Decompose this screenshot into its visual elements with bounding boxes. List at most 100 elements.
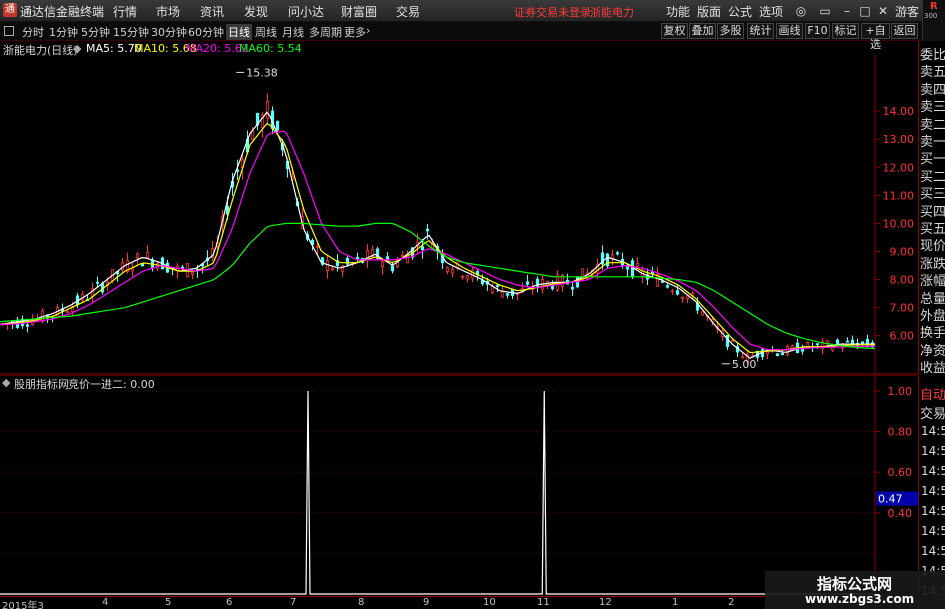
huaxian-button[interactable]: 画线 — [776, 23, 803, 39]
menu-wenxiaoda[interactable]: 问小达 — [288, 3, 324, 20]
x-tick-label: 2 — [728, 597, 735, 608]
menu-zixun[interactable]: 资讯 — [200, 3, 224, 20]
broker-logo: R 300 — [922, 0, 945, 44]
period-5min[interactable]: 5分钟 — [81, 24, 110, 40]
candle-body — [860, 341, 865, 345]
fuquan-button[interactable]: 复权 — [661, 23, 688, 39]
quote-label: 涨幅 — [920, 274, 945, 290]
biaoji-button[interactable]: 标记 — [832, 23, 859, 39]
ind-y-tick-label: 1.00 — [888, 385, 913, 398]
x-tick-label: 1 — [672, 597, 679, 608]
period-monthly[interactable]: 月线 — [282, 24, 304, 40]
menu-caifuquan[interactable]: 财富圈 — [341, 3, 377, 20]
close-icon[interactable]: ✕ — [874, 2, 892, 20]
title-bar: 通 通达信金融终端 行情 市场 资讯 发现 问小达 财富圈 交易 证券交易未登录… — [0, 0, 945, 22]
quote-label: 收益 — [920, 361, 945, 377]
watermark-title: 指标公式网 — [817, 575, 893, 593]
duogu-button[interactable]: 多股 — [717, 23, 744, 39]
minimize-icon[interactable]: – — [838, 2, 856, 20]
quote-label: 卖四 — [920, 82, 945, 98]
quote-label: 净资 — [920, 343, 945, 359]
candle-body — [675, 290, 680, 295]
candle-body — [500, 291, 505, 298]
x-tick-label: 2015年3 — [2, 601, 44, 609]
app-logo-icon: 通 — [3, 3, 17, 17]
candle-body — [765, 351, 770, 355]
candle-body — [525, 281, 530, 285]
period-30min[interactable]: 30分钟 — [151, 24, 187, 40]
mail-icon[interactable]: ▭ — [816, 2, 834, 20]
candle-body — [190, 271, 195, 275]
quote-label: 现价 — [920, 239, 945, 255]
period-weekly[interactable]: 周线 — [255, 24, 277, 40]
period-15min[interactable]: 15分钟 — [113, 24, 149, 40]
menu-gongshi[interactable]: 公式 — [728, 3, 752, 20]
candlestick-chart[interactable]: 14.00 13.00 12.00 11.00 10.00 9.00 8.00 7.00 6.0… — [0, 55, 918, 375]
headset-icon[interactable]: ◎ — [792, 2, 810, 20]
candle-body — [25, 324, 30, 327]
back-button[interactable]: 返回 — [891, 23, 918, 39]
x-tick-label: 6 — [226, 597, 233, 608]
diejia-button[interactable]: 叠加 — [689, 23, 716, 39]
candle-body — [635, 263, 640, 267]
ind-y-tick-label: 0.80 — [888, 426, 913, 439]
quote-label: 买三 — [920, 187, 945, 203]
f10-button[interactable]: F10 — [805, 23, 830, 39]
candle-body — [265, 101, 270, 119]
menu-gongneng[interactable]: 功能 — [666, 3, 690, 20]
period-60min[interactable]: 60分钟 — [188, 24, 224, 40]
trade-time: 14:56 — [921, 504, 945, 518]
menu-jiaoyi[interactable]: 交易 — [396, 3, 420, 20]
period-multi[interactable]: 多周期 — [309, 24, 342, 40]
y-tick-label: 8.00 — [890, 274, 915, 287]
period-more[interactable]: 更多 — [344, 24, 366, 40]
candle-body — [680, 296, 685, 299]
add-watchlist-button[interactable]: +自选 — [861, 23, 890, 51]
candle-body — [665, 285, 670, 288]
x-tick-label: 4 — [102, 597, 109, 608]
indicator-settings-icon[interactable]: ◆ — [2, 376, 10, 389]
x-tick-label: 12 — [599, 597, 612, 608]
login-warning[interactable]: 证券交易未登录 — [514, 4, 591, 20]
quote-label: 卖三 — [920, 100, 945, 116]
candle-body — [325, 260, 330, 271]
menu-hangqing[interactable]: 行情 — [113, 3, 137, 20]
ma-settings-icon[interactable]: ◆ — [73, 42, 81, 55]
y-tick-label: 13.00 — [883, 133, 915, 146]
more-chevron-icon[interactable]: › — [366, 24, 370, 37]
cursor-value: 0.47 — [878, 493, 903, 506]
trade-label: 自动 — [920, 388, 945, 403]
maximize-icon[interactable]: □ — [856, 2, 874, 20]
y-tick-label: 9.00 — [890, 245, 915, 258]
period-fenshi[interactable]: 分时 — [22, 24, 44, 40]
tongji-button[interactable]: 统计 — [747, 23, 774, 39]
candle-body — [355, 256, 360, 260]
candle-body — [815, 343, 820, 346]
ma-line-ma5 — [0, 111, 875, 359]
candle-body — [570, 286, 575, 290]
ma-line-ma10 — [0, 122, 875, 354]
menu-banmian[interactable]: 版面 — [697, 3, 721, 20]
trade-time: 14:56 — [921, 464, 945, 478]
site-watermark: 指标公式网 www.zbgs3.com — [765, 571, 945, 609]
panel-toggle-icon[interactable] — [4, 26, 14, 36]
x-tick-label: 8 — [358, 597, 365, 608]
candle-body — [425, 228, 430, 232]
guest-user[interactable]: 游客 — [895, 3, 919, 20]
candle-body — [390, 265, 395, 272]
period-daily[interactable]: 日线 — [226, 24, 252, 40]
quote-panel: 委比 卖五 卖四 卖三 卖二 卖一 买一 买二 买三 买四 买五 现价 涨跌 涨幅 总量 外盘 换手 净资 收益 — [918, 41, 945, 377]
indicator-chart[interactable]: 1.00 0.80 0.60 0.400.47 — [0, 375, 918, 596]
candle-body — [130, 268, 135, 272]
candle-body — [140, 263, 145, 267]
menu-faxian[interactable]: 发现 — [244, 3, 268, 20]
menu-xuanxiang[interactable]: 选项 — [759, 3, 783, 20]
candle-body — [780, 353, 785, 356]
stock-name-title: 浙能电力 — [590, 6, 634, 19]
candle-body — [145, 251, 150, 258]
menu-shichang[interactable]: 市场 — [156, 3, 180, 20]
x-tick-label: 5 — [165, 597, 172, 608]
quote-label: 买一 — [920, 152, 945, 168]
period-1min[interactable]: 1分钟 — [49, 24, 78, 40]
quote-label: 买五 — [920, 222, 945, 237]
